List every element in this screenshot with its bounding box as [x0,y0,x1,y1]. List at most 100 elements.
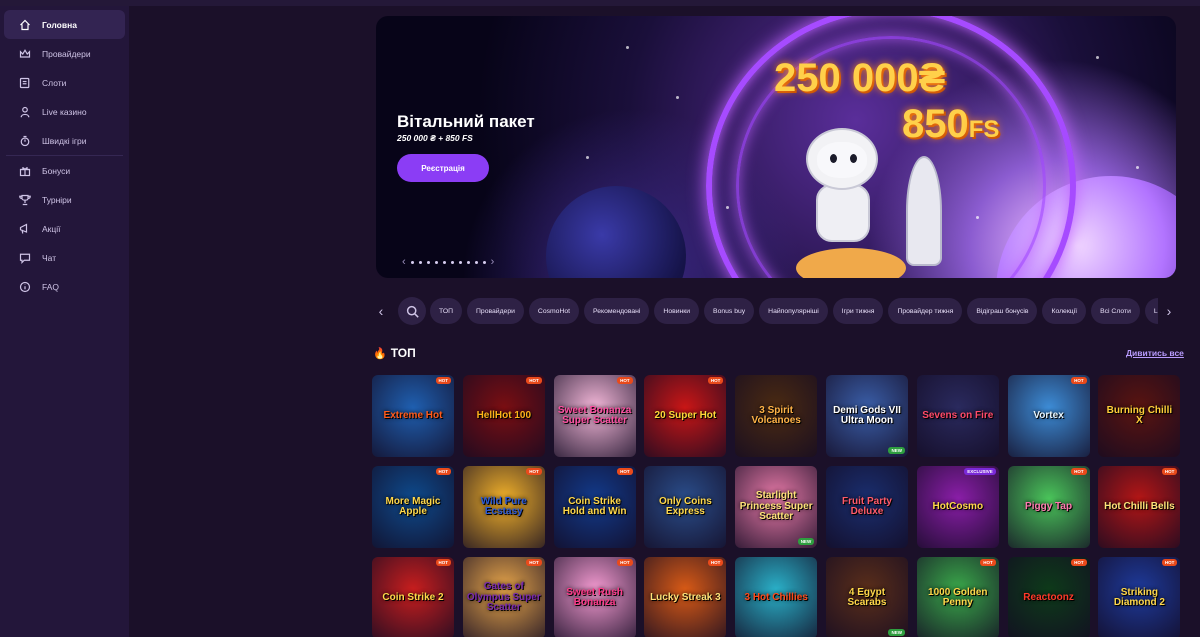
carousel-dot[interactable] [442,260,446,264]
filter-pill[interactable]: Найпопулярніші [759,298,828,324]
sidebar-item-8[interactable]: Акції [4,214,125,243]
sidebar-item-label: Слоти [42,77,67,88]
game-title: Vortex [1033,409,1064,421]
game-badge: HOT [1161,559,1178,566]
chevron-right-icon[interactable]: › [1158,297,1180,325]
game-tile[interactable]: Only Coins Express [644,466,727,548]
game-badge: HOT [1071,559,1087,566]
game-title: Starlight Princess Super Scatter [739,490,813,523]
filter-pill[interactable]: Bonus buy [704,298,755,324]
see-all-link[interactable]: Дивитись все [1126,348,1184,358]
planet-decor [546,186,686,278]
carousel-dot[interactable] [410,260,414,264]
game-tile[interactable]: Burning Chilli X [1098,375,1181,457]
game-tile[interactable]: Sweet Bonanza Super Scatter HOT [553,375,636,457]
game-badge: HOT [435,377,451,384]
register-button[interactable]: Реєстрація [397,154,489,182]
game-tile[interactable]: 3 Spirit Volcanoes [735,375,818,457]
carousel-dot[interactable] [474,260,478,264]
game-tile[interactable]: Fruit Party Deluxe [825,466,908,548]
game-tile[interactable]: 4 Egypt Scarabs NEW [825,557,908,637]
game-tile[interactable]: Coin Strike 2 HOT [372,557,454,637]
chevron-left-icon[interactable]: ‹ [370,297,392,325]
game-badge: HOT [526,377,542,384]
game-tile[interactable]: Hot Chilli Bells HOT [1098,466,1181,548]
game-title: 4 Egypt Scarabs [847,586,887,608]
carousel-dot[interactable] [450,260,454,264]
filter-pill[interactable]: Le W [1144,298,1158,324]
game-badge: HOT [617,468,633,475]
filter-pill[interactable]: Ігри тижня [832,298,884,324]
game-tile[interactable]: Vortex HOT [1007,375,1090,457]
game-badge: HOT [526,559,542,566]
astronaut-body [816,184,870,242]
filter-pill[interactable]: Всі Слоти [1091,298,1140,324]
sidebar-item-10[interactable]: FAQ [4,272,125,301]
game-tile[interactable]: Sweet Rush Bonanza HOT [553,557,636,637]
filter-pill[interactable]: Колекції [1042,298,1087,324]
game-tile[interactable]: 20 Super Hot HOT [644,375,727,457]
carousel-dot[interactable] [466,260,470,264]
game-tile[interactable]: Gates of Olympus Super Scatter HOT [462,557,545,637]
game-tile[interactable]: HotCosmo EXCLUSIVE [916,466,999,548]
filter-pill[interactable]: Відіграш бонусів [967,298,1038,324]
game-tile[interactable]: Sevens on Fire [916,375,999,457]
star-decor [976,216,979,219]
game-tile[interactable]: Piggy Tap HOT [1007,466,1090,548]
sidebar: Головна Провайдери Слоти Live казино Швидкі … [0,6,129,637]
sidebar-item-5[interactable]: Швидкі ігри [4,126,125,155]
sidebar-item-6[interactable]: Бонуси [4,156,125,185]
astronaut-face [817,142,867,178]
sidebar-item-label: Чат [42,252,57,263]
sidebar-item-4[interactable]: Live казино [4,97,125,126]
game-tile[interactable]: HellHot 100 HOT [462,375,545,457]
carousel-dot[interactable] [482,260,486,264]
carousel-dot[interactable] [418,260,422,264]
game-title: Coin Strike Hold and Win [562,495,627,517]
promo-banner[interactable]: 250 000₴ 850FS Вітальний пакет 250 000 ₴… [376,16,1176,278]
game-title: Hot Chilli Bells [1104,500,1175,512]
sidebar-item-1[interactable]: Головна [4,10,125,39]
filter-pill[interactable]: ТОП [430,298,463,324]
info-icon [18,280,32,294]
game-title: Piggy Tap [1025,500,1073,512]
game-tile[interactable]: More Magic Apple HOT [372,466,454,548]
search-button[interactable] [398,297,426,325]
game-badge: HOT [617,559,633,566]
chevron-left-icon[interactable]: ‹ [402,256,406,268]
sidebar-item-3[interactable]: Слоти [4,68,125,97]
game-tile[interactable]: Extreme Hot HOT [372,375,454,457]
game-title: HotCosmo [932,500,984,512]
game-tile[interactable]: Lucky Streak 3 HOT [644,557,727,637]
game-tile[interactable]: Striking Diamond 2 HOT [1098,557,1181,637]
sidebar-item-9[interactable]: Чат [4,243,125,272]
star-decor [1136,166,1139,169]
filter-pill[interactable]: Рекомендовані [584,298,650,324]
filter-pill[interactable]: Провайдери [467,298,524,324]
game-tile[interactable]: Demi Gods VII Ultra Moon NEW [825,375,908,457]
gift-icon [18,164,32,178]
sidebar-item-label: Головна [42,19,77,30]
carousel-dot[interactable] [426,260,430,264]
game-tile[interactable]: 3 Hot Chillies [735,557,818,637]
carousel-dot[interactable] [434,260,438,264]
carousel-pagination: ‹ › [402,256,494,268]
game-tile[interactable]: 1000 Golden Penny HOT [916,557,999,637]
game-tile[interactable]: Reactoonz HOT [1007,557,1090,637]
filter-pill[interactable]: CosmoHot [528,298,580,324]
chevron-right-icon[interactable]: › [491,256,495,268]
game-tile[interactable]: Wild Pure Ecstasy HOT [462,466,545,548]
sidebar-item-2[interactable]: Провайдери [4,39,125,68]
filter-pill[interactable]: Новинки [654,298,700,324]
sidebar-item-label: Live казино [42,106,87,117]
filter-pill[interactable]: Провайдер тижня [888,298,963,324]
game-title: More Magic Apple [385,495,441,517]
game-badge: EXCLUSIVE [964,468,996,475]
carousel-dot[interactable] [458,260,462,264]
game-title: Sevens on Fire [922,409,994,421]
game-title: Striking Diamond 2 [1113,586,1165,608]
game-tile[interactable]: Coin Strike Hold and Win HOT [553,466,636,548]
sidebar-item-7[interactable]: Турніри [4,185,125,214]
game-tile[interactable]: Starlight Princess Super Scatter NEW [735,466,818,548]
banner-freespins: 850FS [902,102,999,147]
